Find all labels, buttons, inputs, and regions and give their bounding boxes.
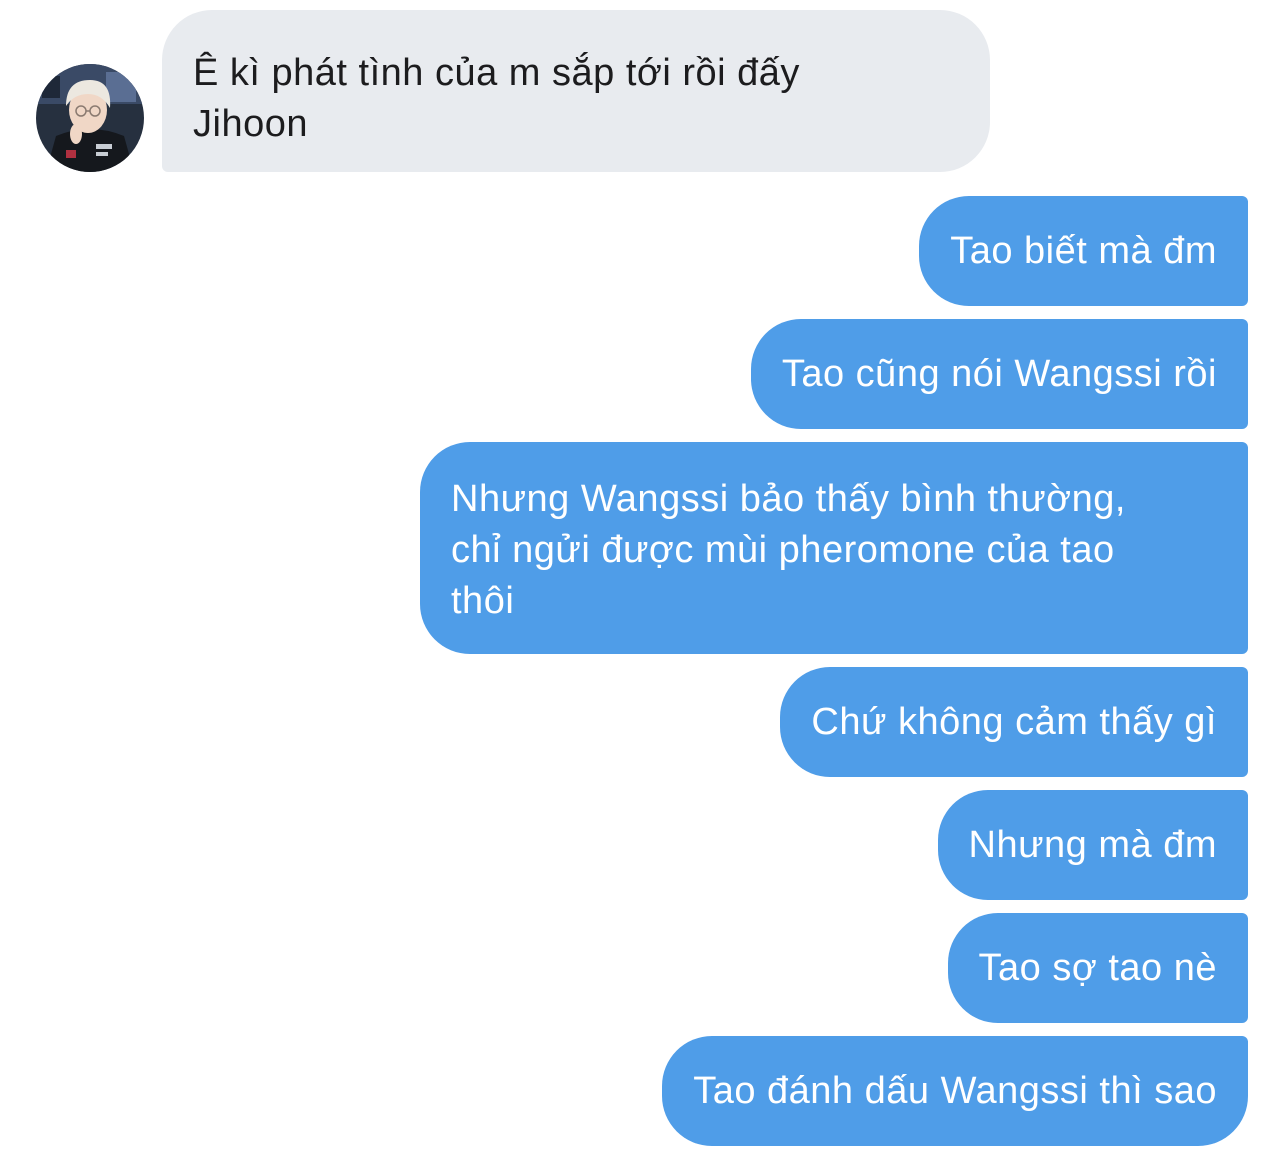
message-text-line: thôi xyxy=(451,580,515,622)
message-text: Tao sợ tao nè xyxy=(978,946,1217,989)
contact-avatar[interactable] xyxy=(36,64,144,172)
message-text-line: Ê kì phát tình của m sắp tới rồi đấy xyxy=(193,52,800,94)
message-text: Tao đánh dấu Wangssi thì sao xyxy=(693,1069,1217,1112)
message-text-line: chỉ ngửi được mùi pheromone của tao xyxy=(451,529,1115,571)
message-text: Nhưng mà đm xyxy=(968,823,1217,866)
outgoing-message[interactable]: Tao sợ tao nè xyxy=(947,913,1248,1023)
message-text-line: Jihoon xyxy=(193,103,308,145)
message-text: Tao cũng nói Wangssi rồi xyxy=(781,352,1217,395)
outgoing-message[interactable]: Tao cũng nói Wangssi rồi xyxy=(750,319,1248,429)
message-text: Chứ không cảm thấy gì xyxy=(811,700,1217,743)
message-text: Tao biết mà đm xyxy=(950,229,1217,272)
outgoing-message[interactable]: Nhưng Wangssi bảo thấy bình thường, chỉ … xyxy=(420,442,1248,654)
outgoing-message[interactable]: Tao đánh dấu Wangssi thì sao xyxy=(662,1036,1248,1146)
outgoing-message[interactable]: Chứ không cảm thấy gì xyxy=(780,667,1248,777)
incoming-message[interactable]: Ê kì phát tình của m sắp tới rồi đấy Jih… xyxy=(162,10,990,172)
message-text-line: Nhưng Wangssi bảo thấy bình thường, xyxy=(451,478,1126,520)
outgoing-message[interactable]: Nhưng mà đm xyxy=(937,790,1248,900)
outgoing-message[interactable]: Tao biết mà đm xyxy=(919,196,1248,306)
avatar-photo-icon xyxy=(36,64,144,172)
